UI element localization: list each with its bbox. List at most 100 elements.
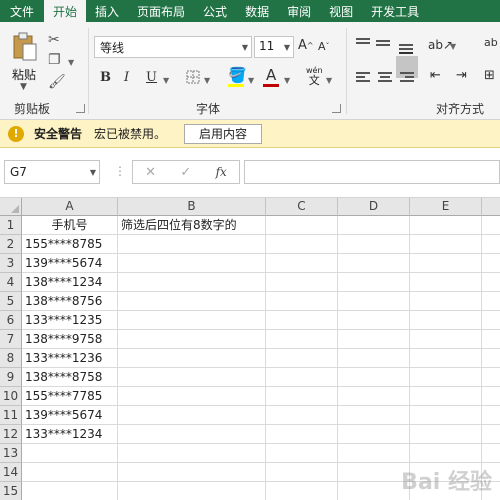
cell-b4[interactable] [118, 273, 266, 292]
underline-button[interactable]: U [146, 70, 157, 85]
tab-review[interactable]: 审阅 [278, 0, 320, 22]
cell-e10[interactable] [410, 387, 482, 406]
grow-font-button[interactable]: A ^ [298, 38, 314, 53]
border-dropdown-icon[interactable]: ▼ [204, 76, 210, 85]
cell-c6[interactable] [266, 311, 338, 330]
cell-b13[interactable] [118, 444, 266, 463]
cell-e1[interactable] [410, 216, 482, 235]
cell-d11[interactable] [338, 406, 410, 425]
cell-d10[interactable] [338, 387, 410, 406]
row-header-13[interactable]: 13 [0, 444, 22, 463]
cell-f8[interactable] [482, 349, 500, 368]
font-size-select[interactable]: 11 ▼ [254, 36, 294, 58]
paste-button[interactable]: 粘贴 [12, 66, 36, 83]
cell-f1[interactable] [482, 216, 500, 235]
cell-b5[interactable] [118, 292, 266, 311]
row-header-10[interactable]: 10 [0, 387, 22, 406]
cell-d5[interactable] [338, 292, 410, 311]
cell-f12[interactable] [482, 425, 500, 444]
phonetic-guide-button[interactable]: wén 文 [306, 66, 323, 86]
font-launcher-icon[interactable] [332, 104, 341, 113]
insert-function-button[interactable]: fx [216, 165, 227, 179]
cell-a5[interactable]: 138****8756 [22, 292, 118, 311]
tab-formulas[interactable]: 公式 [194, 0, 236, 22]
cell-b11[interactable] [118, 406, 266, 425]
tab-view[interactable]: 视图 [320, 0, 362, 22]
row-header-1[interactable]: 1 [0, 216, 22, 235]
select-all-button[interactable] [0, 198, 22, 216]
cell-c15[interactable] [266, 482, 338, 500]
formula-bar-grip-icon[interactable]: ⋮ [114, 164, 126, 178]
copy-dropdown-icon[interactable]: ▼ [68, 58, 74, 67]
cell-e3[interactable] [410, 254, 482, 273]
orientation-dropdown-icon[interactable]: ▼ [450, 42, 456, 51]
cell-c1[interactable] [266, 216, 338, 235]
cell-b15[interactable] [118, 482, 266, 500]
cell-f10[interactable] [482, 387, 500, 406]
cell-e8[interactable] [410, 349, 482, 368]
cell-b1[interactable]: 筛选后四位有8数字的 [118, 216, 266, 235]
cell-d12[interactable] [338, 425, 410, 444]
cell-a7[interactable]: 138****9758 [22, 330, 118, 349]
row-header-2[interactable]: 2 [0, 235, 22, 254]
cell-c4[interactable] [266, 273, 338, 292]
row-header-15[interactable]: 15 [0, 482, 22, 500]
cell-d1[interactable] [338, 216, 410, 235]
cell-b8[interactable] [118, 349, 266, 368]
cell-c5[interactable] [266, 292, 338, 311]
column-header-e[interactable]: E [410, 198, 482, 216]
cell-d2[interactable] [338, 235, 410, 254]
confirm-entry-icon[interactable]: ✓ [180, 165, 191, 180]
fill-color-icon[interactable]: 🪣 [228, 66, 247, 84]
cell-d14[interactable] [338, 463, 410, 482]
cell-e7[interactable] [410, 330, 482, 349]
cell-c8[interactable] [266, 349, 338, 368]
cell-c14[interactable] [266, 463, 338, 482]
cell-c2[interactable] [266, 235, 338, 254]
font-color-icon[interactable]: A [266, 66, 276, 84]
cell-a4[interactable]: 138****1234 [22, 273, 118, 292]
cell-d3[interactable] [338, 254, 410, 273]
row-header-12[interactable]: 12 [0, 425, 22, 444]
cell-d8[interactable] [338, 349, 410, 368]
cell-e12[interactable] [410, 425, 482, 444]
cell-a2[interactable]: 155****8785 [22, 235, 118, 254]
increase-indent-icon[interactable]: ⇥ [456, 68, 467, 83]
bold-button[interactable]: B [100, 70, 111, 85]
cell-f9[interactable] [482, 368, 500, 387]
column-header-f[interactable] [482, 198, 500, 216]
paste-icon[interactable] [12, 32, 38, 62]
cell-b2[interactable] [118, 235, 266, 254]
italic-button[interactable]: I [124, 70, 129, 85]
format-painter-icon[interactable]: 🖌 [48, 74, 66, 90]
cell-e6[interactable] [410, 311, 482, 330]
font-name-dropdown-icon[interactable]: ▼ [242, 43, 248, 52]
cell-e13[interactable] [410, 444, 482, 463]
cell-e9[interactable] [410, 368, 482, 387]
cell-b14[interactable] [118, 463, 266, 482]
decrease-indent-icon[interactable]: ⇤ [430, 68, 441, 83]
row-header-5[interactable]: 5 [0, 292, 22, 311]
font-color-dropdown-icon[interactable]: ▼ [284, 76, 290, 85]
cell-a8[interactable]: 133****1236 [22, 349, 118, 368]
cell-f11[interactable] [482, 406, 500, 425]
cell-d7[interactable] [338, 330, 410, 349]
cell-d15[interactable] [338, 482, 410, 500]
underline-dropdown-icon[interactable]: ▼ [163, 76, 169, 85]
cell-d6[interactable] [338, 311, 410, 330]
column-header-d[interactable]: D [338, 198, 410, 216]
cell-a9[interactable]: 138****8758 [22, 368, 118, 387]
tab-file[interactable]: 文件 [0, 0, 44, 22]
row-header-7[interactable]: 7 [0, 330, 22, 349]
cell-c9[interactable] [266, 368, 338, 387]
cell-a1[interactable]: 手机号 [22, 216, 118, 235]
align-middle-icon[interactable] [376, 40, 392, 54]
row-header-3[interactable]: 3 [0, 254, 22, 273]
cell-f7[interactable] [482, 330, 500, 349]
cell-e11[interactable] [410, 406, 482, 425]
cell-c7[interactable] [266, 330, 338, 349]
cell-a15[interactable] [22, 482, 118, 500]
name-box[interactable]: G7 ▼ [4, 160, 100, 184]
row-header-8[interactable]: 8 [0, 349, 22, 368]
align-top-icon[interactable] [356, 38, 372, 52]
